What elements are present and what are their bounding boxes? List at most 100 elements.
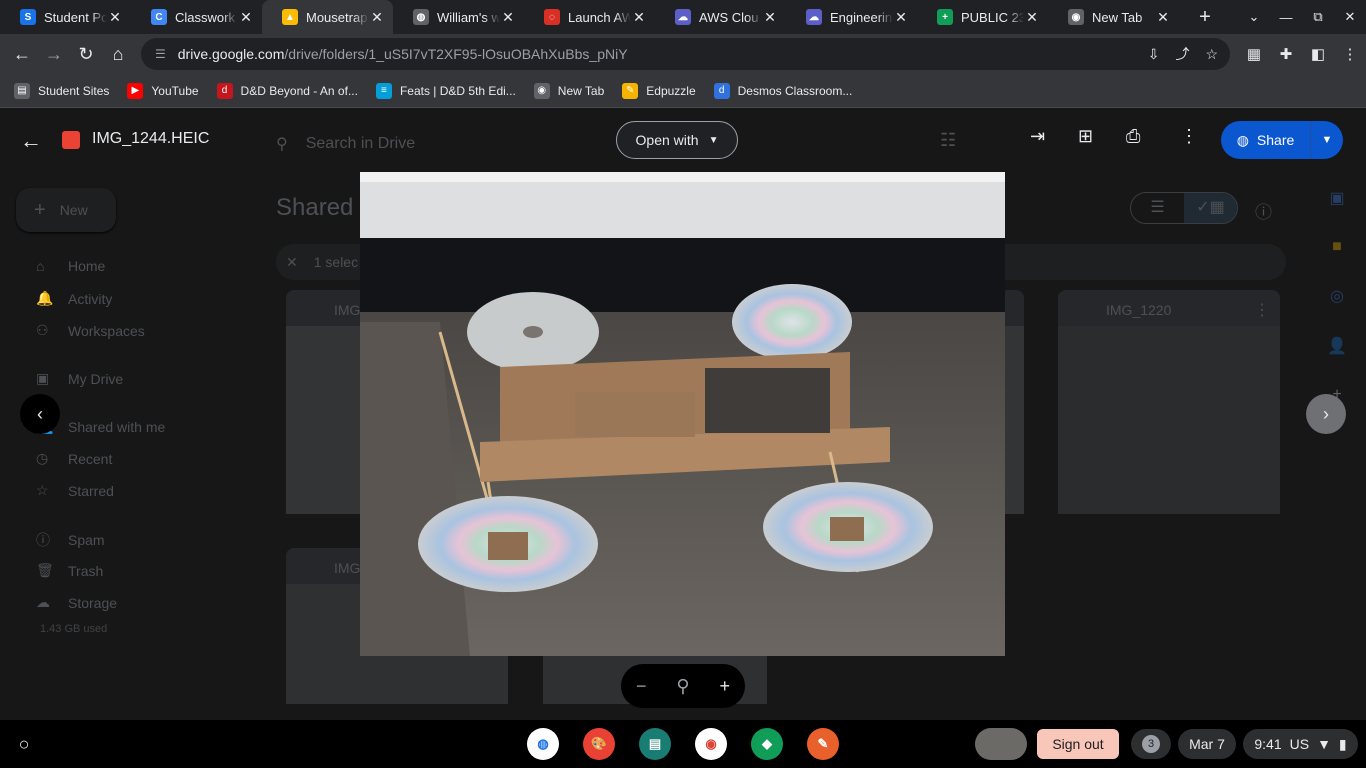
close-tab-icon[interactable]: ✕: [238, 9, 254, 26]
status-tray[interactable]: 9:41 US ▼ ▮: [1243, 729, 1358, 759]
close-tab-icon[interactable]: ✕: [1024, 9, 1040, 26]
bookmark-star-icon[interactable]: ☆: [1205, 46, 1218, 63]
puzzle-icon[interactable]: ✚: [1270, 45, 1302, 63]
sidebar-icon: ☁: [36, 594, 50, 610]
extensions-area: ▦ ✚ ◧ ⋮: [1238, 34, 1366, 74]
forward-icon[interactable]: →: [38, 44, 70, 65]
bookmark-item[interactable]: ✎ Edpuzzle: [622, 82, 696, 99]
sidebar-item-label: Workspaces: [68, 322, 145, 339]
sign-out-button[interactable]: Sign out: [1037, 729, 1119, 759]
site-info-icon[interactable]: ☰: [155, 47, 166, 61]
sidebar-item[interactable]: ☆ Starred: [36, 482, 114, 499]
close-tab-icon[interactable]: ✕: [762, 9, 778, 26]
minimize-icon[interactable]: —: [1270, 10, 1302, 25]
extension-icon[interactable]: ▦: [1238, 45, 1270, 63]
zoom-in-icon[interactable]: +: [720, 676, 731, 697]
browser-tab[interactable]: ☁ Engineerin ✕: [786, 0, 917, 34]
browser-tab[interactable]: ◍ William's w ✕: [393, 0, 524, 34]
keep-icon[interactable]: ■: [1332, 238, 1342, 256]
sidebar-item-label: Trash: [68, 562, 104, 579]
sidebar-item[interactable]: 🗑 Trash: [36, 562, 103, 579]
sidebar-item[interactable]: ▣ My Drive: [36, 370, 123, 387]
browser-tab[interactable]: ◌ Launch AW ✕: [524, 0, 655, 34]
share-page-icon[interactable]: ⤴: [1175, 44, 1189, 64]
more-actions-icon[interactable]: ⋮: [1180, 126, 1198, 147]
browser-tab[interactable]: + PUBLIC 23 ✕: [917, 0, 1048, 34]
tasks-icon[interactable]: ◎: [1330, 286, 1344, 306]
zoom-out-icon[interactable]: −: [636, 676, 647, 697]
close-tab-icon[interactable]: ✕: [893, 9, 909, 26]
details-icon[interactable]: ⓘ: [1255, 198, 1272, 223]
previous-file-button[interactable]: ‹: [20, 394, 60, 434]
bookmark-item[interactable]: ▶ YouTube: [127, 82, 199, 99]
browser-tab[interactable]: S Student Po ✕: [0, 0, 131, 34]
app-globe-icon[interactable]: ◍: [527, 728, 559, 760]
bookmark-item[interactable]: ≡ Feats | D&D 5th Edi...: [375, 82, 516, 99]
new-tab-button[interactable]: +: [1189, 6, 1221, 29]
chrome-icon[interactable]: ◉: [695, 728, 727, 760]
more-icon[interactable]: ⋮: [1254, 300, 1270, 320]
close-tab-icon[interactable]: ✕: [369, 9, 385, 26]
close-viewer-icon[interactable]: ←: [20, 128, 42, 154]
next-file-button[interactable]: ›: [1306, 394, 1346, 434]
sidebar-item-label: Starred: [68, 482, 114, 499]
close-tab-icon[interactable]: ✕: [107, 9, 123, 26]
share-dropdown-icon[interactable]: ▼: [1311, 134, 1343, 146]
new-button[interactable]: + New: [16, 188, 116, 232]
reload-icon[interactable]: ↻: [70, 44, 102, 65]
contacts-icon[interactable]: 👤: [1327, 336, 1347, 356]
app-classroom-icon[interactable]: ▤: [639, 728, 671, 760]
app-pencil-icon[interactable]: ✎: [807, 728, 839, 760]
date-tray[interactable]: Mar 7: [1178, 729, 1236, 759]
tab-title: PUBLIC 23: [961, 9, 1024, 25]
close-tab-icon[interactable]: ✕: [500, 9, 516, 26]
back-icon[interactable]: ←: [6, 44, 38, 65]
tab-search-icon[interactable]: ⌄: [1238, 9, 1270, 25]
user-avatar[interactable]: [975, 728, 1027, 760]
close-window-icon[interactable]: ✕: [1334, 9, 1366, 25]
app-canvas-icon[interactable]: 🎨: [583, 728, 615, 760]
add-comment-icon[interactable]: ⊞: [1078, 126, 1093, 147]
browser-tab[interactable]: C Classwork ✕: [131, 0, 262, 34]
list-view-icon[interactable]: ☰: [1131, 193, 1184, 223]
side-panel-icon[interactable]: ◧: [1302, 45, 1334, 63]
open-with-label: Open with: [635, 132, 699, 148]
bookmark-item[interactable]: ◉ New Tab: [533, 82, 604, 99]
bookmark-item[interactable]: d D&D Beyond - An of...: [216, 82, 358, 99]
restore-icon[interactable]: ⧉: [1302, 9, 1334, 25]
zoom-reset-icon[interactable]: ⚲: [676, 676, 689, 697]
sidebar-item[interactable]: ⓘ Spam: [36, 530, 105, 550]
grid-view-icon[interactable]: ✓▦: [1184, 193, 1237, 223]
file-label: IMG: [334, 302, 361, 318]
share-button[interactable]: ◍ Share ▼: [1221, 121, 1343, 159]
calendar-icon[interactable]: ▣: [1329, 188, 1344, 208]
launcher-icon[interactable]: ○: [8, 732, 40, 756]
bookmarks-bar: ▤ Student Sites ▶ YouTube d D&D Beyond - An o…: [0, 74, 1366, 108]
sidebar-item[interactable]: ☁ Storage: [36, 594, 117, 611]
file-card[interactable]: IMG_1220 ⋮: [1058, 290, 1280, 514]
sidebar-item[interactable]: 🔔 Activity: [36, 290, 112, 307]
add-shortcut-icon[interactable]: ⇥: [1030, 126, 1045, 147]
bookmark-item[interactable]: d Desmos Classroom...: [713, 82, 852, 99]
notification-tray[interactable]: 3: [1131, 729, 1171, 759]
app-cube-icon[interactable]: ◆: [751, 728, 783, 760]
sidebar-item[interactable]: ⌂ Home: [36, 258, 105, 274]
address-bar[interactable]: ☰ drive.google.com/drive/folders/1_uS5I7…: [141, 38, 1230, 70]
sidebar-item[interactable]: ⚇ Workspaces: [36, 322, 145, 339]
chromeos-shelf: ○ ◍ 🎨 ▤ ◉ ◆ ✎ Sign out 3 Mar 7 9:41 US ▼…: [0, 720, 1366, 768]
install-icon[interactable]: ⇩: [1148, 46, 1160, 63]
print-icon[interactable]: ⎙: [1126, 126, 1140, 147]
home-icon[interactable]: ⌂: [102, 44, 134, 65]
view-toggle[interactable]: ☰ ✓▦: [1130, 192, 1238, 224]
browser-tab[interactable]: ▲ Mousetrap ✕: [262, 0, 393, 34]
clear-selection-icon[interactable]: ✕: [286, 254, 298, 271]
browser-tab[interactable]: ☁ AWS Clou ✕: [655, 0, 786, 34]
open-with-button[interactable]: Open with ▼: [616, 121, 738, 159]
close-tab-icon[interactable]: ✕: [631, 9, 647, 26]
close-tab-icon[interactable]: ✕: [1155, 9, 1171, 26]
menu-icon[interactable]: ⋮: [1334, 45, 1366, 63]
sidebar-item[interactable]: ◷ Recent: [36, 450, 112, 467]
bookmark-item[interactable]: ▤ Student Sites: [14, 82, 109, 99]
tab-title: Mousetrap: [306, 9, 368, 25]
browser-tab[interactable]: ◉ New Tab ✕: [1048, 0, 1179, 34]
